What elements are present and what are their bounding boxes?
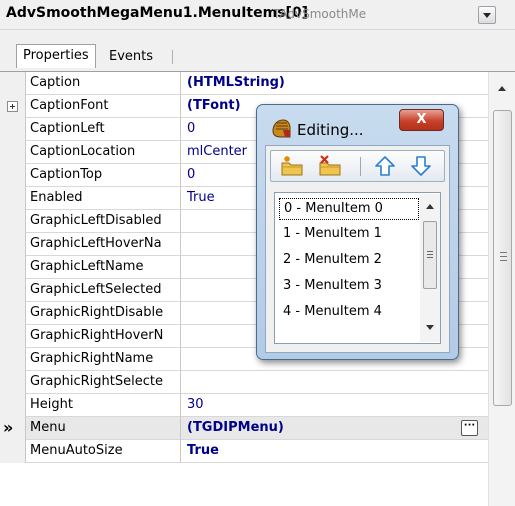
property-name[interactable]: GraphicRightDisable	[26, 302, 181, 325]
property-name[interactable]: Height	[26, 394, 181, 417]
property-row-height[interactable]: Height 30	[0, 394, 488, 417]
tab-separator	[172, 50, 173, 64]
object-selector-dropdown-button[interactable]	[478, 6, 496, 24]
property-row-caption[interactable]: Caption (HTMLString)	[0, 72, 488, 95]
list-item[interactable]: 1 - MenuItem 1	[279, 224, 419, 246]
property-name[interactable]: GraphicLeftName	[26, 256, 181, 279]
grip-line	[500, 260, 507, 261]
row-gutter	[0, 279, 26, 302]
row-gutter	[0, 141, 26, 164]
inspector-tabbar: Properties Events	[0, 30, 515, 72]
row-gutter	[0, 256, 26, 279]
current-row-marker: »	[3, 418, 14, 437]
dialog-close-button[interactable]: X	[399, 109, 444, 131]
ellipsis-button[interactable]: ···	[461, 420, 478, 436]
property-row-menu[interactable]: » Menu (TGDIPMenu) ···	[0, 417, 488, 440]
scroll-down-arrow-icon[interactable]	[426, 325, 434, 330]
inspector-header: AdvSmoothMegaMenu1.MenuItems[0] TAdvSmoo…	[0, 0, 515, 30]
dialog-title: Editing...	[297, 121, 364, 139]
collection-editor-dialog: Editing... X 0 - MenuItem 0 1 - MenuItem…	[256, 104, 459, 360]
toolbar-separator	[360, 157, 361, 176]
object-name: AdvSmoothMegaMenu1.MenuItems[0]	[6, 5, 309, 21]
property-name[interactable]: GraphicLeftSelected	[26, 279, 181, 302]
row-gutter: »	[0, 417, 26, 440]
scrollbar-thumb[interactable]	[423, 221, 437, 289]
property-name[interactable]: CaptionFont	[26, 95, 181, 118]
property-name[interactable]: CaptionTop	[26, 164, 181, 187]
list-item[interactable]: 2 - MenuItem 2	[279, 250, 419, 272]
app-icon	[272, 119, 291, 138]
scrollbar-thumb[interactable]	[493, 110, 512, 406]
property-grid-scrollbar[interactable]	[488, 72, 515, 506]
row-gutter	[0, 348, 26, 371]
row-gutter	[0, 95, 26, 118]
property-row-menuautosize[interactable]: MenuAutoSize True	[0, 440, 488, 463]
property-name[interactable]: Caption	[26, 72, 181, 95]
grip-line	[427, 254, 433, 255]
tab-properties[interactable]: Properties	[16, 44, 96, 68]
grip-line	[500, 256, 507, 257]
object-type[interactable]: TAdvSmoothMe	[273, 7, 478, 21]
property-value[interactable]	[181, 371, 488, 394]
property-name[interactable]: GraphicRightSelecte	[26, 371, 181, 394]
dialog-client-area: 0 - MenuItem 0 1 - MenuItem 1 2 - MenuIt…	[265, 145, 450, 353]
add-item-icon[interactable]	[279, 154, 305, 178]
expand-plus-icon[interactable]	[7, 101, 18, 112]
row-gutter	[0, 187, 26, 210]
scroll-up-arrow-icon[interactable]	[426, 204, 434, 209]
row-gutter	[0, 440, 26, 463]
list-item[interactable]: 0 - MenuItem 0	[279, 198, 419, 220]
property-name[interactable]: MenuAutoSize	[26, 440, 181, 463]
row-gutter	[0, 394, 26, 417]
row-gutter	[0, 302, 26, 325]
list-item[interactable]: 4 - MenuItem 4	[279, 302, 419, 324]
grip-line	[500, 252, 507, 253]
tab-events[interactable]: Events	[103, 46, 159, 67]
property-value[interactable]: (TGDIPMenu) ···	[181, 417, 488, 440]
row-gutter	[0, 164, 26, 187]
property-name[interactable]: GraphicLeftDisabled	[26, 210, 181, 233]
row-gutter	[0, 72, 26, 95]
row-gutter	[0, 371, 26, 394]
list-item[interactable]: 3 - MenuItem 3	[279, 276, 419, 298]
scroll-up-arrow-icon[interactable]	[498, 86, 506, 91]
row-gutter	[0, 118, 26, 141]
row-gutter	[0, 210, 26, 233]
property-row-graphicrightselected[interactable]: GraphicRightSelecte	[0, 371, 488, 394]
listbox-scrollbar[interactable]	[420, 194, 440, 342]
property-name[interactable]: CaptionLeft	[26, 118, 181, 141]
editor-toolbar	[270, 150, 445, 182]
property-value[interactable]: (HTMLString)	[181, 72, 488, 95]
grip-line	[427, 251, 433, 252]
property-value-text: (TGDIPMenu)	[187, 420, 284, 435]
property-name[interactable]: CaptionLocation	[26, 141, 181, 164]
property-name[interactable]: Enabled	[26, 187, 181, 210]
delete-item-icon[interactable]	[317, 154, 343, 178]
menu-items-listbox[interactable]: 0 - MenuItem 0 1 - MenuItem 1 2 - MenuIt…	[274, 192, 441, 344]
grip-line	[427, 257, 433, 258]
move-up-icon[interactable]	[372, 154, 398, 178]
property-name[interactable]: Menu	[26, 417, 181, 440]
property-name[interactable]: GraphicLeftHoverNa	[26, 233, 181, 256]
row-gutter	[0, 233, 26, 256]
property-name[interactable]: GraphicRightName	[26, 348, 181, 371]
row-gutter	[0, 325, 26, 348]
property-name[interactable]: GraphicRightHoverN	[26, 325, 181, 348]
property-value[interactable]: True	[181, 440, 488, 463]
property-value[interactable]: 30	[181, 394, 488, 417]
move-down-icon[interactable]	[408, 154, 434, 178]
